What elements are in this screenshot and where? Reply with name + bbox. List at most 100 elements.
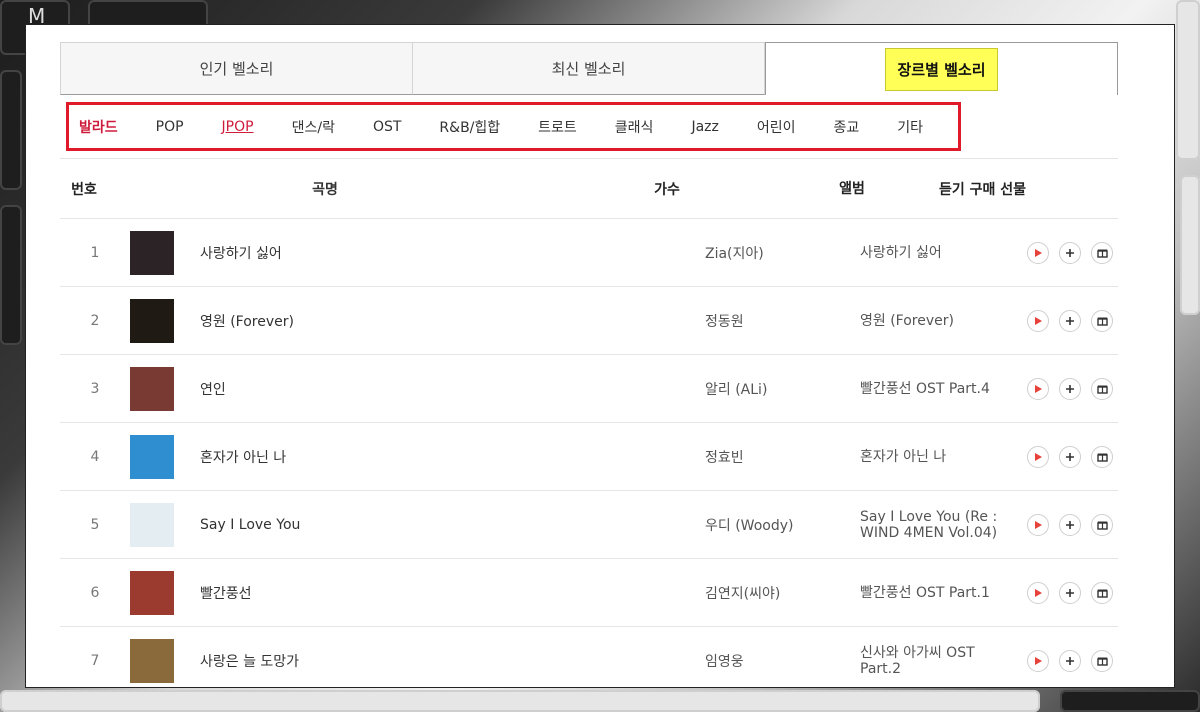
album-thumbnail[interactable]	[130, 434, 174, 479]
buy-button[interactable]	[1059, 649, 1081, 672]
artist-name[interactable]: 정동원	[705, 311, 860, 331]
table-row: 1 사랑하기 싫어 Zia(지아) 사랑하기 싫어	[60, 219, 1118, 287]
row-number: 5	[90, 516, 100, 533]
album-thumbnail[interactable]	[130, 230, 174, 275]
tab-label: 최신 벨소리	[551, 60, 626, 78]
plus-icon	[1065, 656, 1075, 666]
tab-popular[interactable]: 인기 벨소리	[60, 42, 413, 95]
gift-button[interactable]	[1091, 241, 1113, 264]
album-thumbnail-cell	[130, 570, 200, 615]
artist-name[interactable]: Zia(지아)	[705, 243, 860, 263]
song-title[interactable]: 영원 (Forever)	[200, 311, 705, 331]
album-thumbnail[interactable]	[130, 366, 174, 411]
album-thumbnail[interactable]	[130, 298, 174, 343]
play-button[interactable]	[1027, 445, 1049, 468]
album-name[interactable]: 빨간풍선 OST Part.4	[860, 381, 1015, 397]
gift-button[interactable]	[1091, 445, 1113, 468]
album-thumbnail-cell	[130, 638, 200, 683]
album-name[interactable]: 영원 (Forever)	[860, 313, 1015, 329]
song-list: 1 사랑하기 싫어 Zia(지아) 사랑하기 싫어 2 영원 (Forever)…	[60, 219, 1118, 687]
play-button[interactable]	[1027, 649, 1049, 672]
genre-트로트[interactable]: 트로트	[538, 117, 577, 137]
album-name[interactable]: 혼자가 아닌 나	[860, 449, 1015, 465]
genre-pop[interactable]: POP	[156, 119, 184, 135]
buy-button[interactable]	[1059, 445, 1081, 468]
song-title[interactable]: 혼자가 아닌 나	[200, 447, 705, 467]
album-thumbnail[interactable]	[130, 502, 174, 547]
genre-기타[interactable]: 기타	[897, 117, 923, 137]
song-title[interactable]: 사랑은 늘 도망가	[200, 651, 705, 671]
play-button[interactable]	[1027, 513, 1049, 536]
artist-name[interactable]: 임영웅	[705, 651, 860, 671]
genre-어린이[interactable]: 어린이	[757, 117, 796, 137]
row-actions	[1015, 649, 1118, 672]
tab-by-genre[interactable]: 장르별 벨소리	[765, 42, 1118, 95]
buy-button[interactable]	[1059, 241, 1081, 264]
album-thumbnail-cell	[130, 230, 200, 275]
artist-name[interactable]: 우디 (Woody)	[705, 515, 860, 535]
play-button[interactable]	[1027, 581, 1049, 604]
album-name[interactable]: 신사와 아가씨 OST Part.2	[860, 645, 1015, 677]
album-thumbnail-cell	[130, 366, 200, 411]
table-row: 7 사랑은 늘 도망가 임영웅 신사와 아가씨 OST Part.2	[60, 627, 1118, 687]
play-button[interactable]	[1027, 377, 1049, 400]
gift-button[interactable]	[1091, 513, 1113, 536]
album-thumbnail[interactable]	[130, 570, 174, 615]
tab-latest[interactable]: 최신 벨소리	[413, 42, 765, 95]
album-name[interactable]: 사랑하기 싫어	[860, 245, 1015, 261]
artist-name[interactable]: 정효빈	[705, 447, 860, 467]
play-icon	[1033, 588, 1043, 598]
buy-button[interactable]	[1059, 581, 1081, 604]
genre-ost[interactable]: OST	[373, 119, 401, 135]
song-title[interactable]: 사랑하기 싫어	[200, 243, 705, 263]
album-name[interactable]: Say I Love You (Re : WIND 4MEN Vol.04)	[860, 509, 1015, 541]
artist-name[interactable]: 김연지(씨야)	[705, 583, 860, 603]
gift-button[interactable]	[1091, 309, 1113, 332]
keyboard-key	[0, 70, 22, 190]
gift-button[interactable]	[1091, 581, 1113, 604]
play-button[interactable]	[1027, 309, 1049, 332]
genre-클래식[interactable]: 클래식	[615, 117, 654, 137]
plus-icon	[1065, 384, 1075, 394]
song-title[interactable]: Say I Love You	[200, 517, 705, 533]
album-thumbnail-cell	[130, 434, 200, 479]
buy-button[interactable]	[1059, 377, 1081, 400]
table-row: 2 영원 (Forever) 정동원 영원 (Forever)	[60, 287, 1118, 355]
gift-button[interactable]	[1091, 377, 1113, 400]
genre-댄스-락[interactable]: 댄스/락	[292, 117, 335, 137]
row-number: 2	[90, 312, 100, 329]
plus-icon	[1065, 316, 1075, 326]
row-number: 6	[90, 584, 100, 601]
play-icon	[1033, 656, 1043, 666]
table-header: 번호 곡명 가수 앨범 듣기 구매 선물	[60, 159, 1118, 219]
album-thumbnail-cell	[130, 502, 200, 547]
keyboard-key	[1060, 690, 1200, 712]
play-button[interactable]	[1027, 241, 1049, 264]
table-row: 3 연인 알리 (ALi) 빨간풍선 OST Part.4	[60, 355, 1118, 423]
genre-r-b-힙합[interactable]: R&B/힙합	[439, 117, 500, 137]
genre-종교[interactable]: 종교	[833, 117, 859, 137]
row-actions	[1015, 581, 1118, 604]
plus-icon	[1065, 588, 1075, 598]
keyboard-key	[0, 690, 1040, 712]
buy-button[interactable]	[1059, 309, 1081, 332]
row-actions	[1015, 377, 1118, 400]
song-title[interactable]: 연인	[200, 379, 705, 399]
play-icon	[1033, 452, 1043, 462]
genre-발라드[interactable]: 발라드	[79, 117, 118, 137]
album-name[interactable]: 빨간풍선 OST Part.1	[860, 585, 1015, 601]
genre-jpop[interactable]: JPOP	[222, 119, 254, 135]
table-row: 4 혼자가 아닌 나 정효빈 혼자가 아닌 나	[60, 423, 1118, 491]
artist-name[interactable]: 알리 (ALi)	[705, 379, 860, 399]
row-number: 4	[90, 448, 100, 465]
play-icon	[1033, 248, 1043, 258]
album-thumbnail[interactable]	[130, 638, 174, 683]
buy-button[interactable]	[1059, 513, 1081, 536]
gift-icon	[1096, 655, 1108, 666]
genre-jazz[interactable]: Jazz	[691, 119, 718, 135]
song-title[interactable]: 빨간풍선	[200, 583, 705, 603]
gift-button[interactable]	[1091, 649, 1113, 672]
ringtone-panel: 인기 벨소리 최신 벨소리 장르별 벨소리 발라드 POP JPOP 댄스/락 OST R…	[25, 24, 1175, 688]
gift-icon	[1096, 383, 1108, 394]
gift-icon	[1096, 315, 1108, 326]
